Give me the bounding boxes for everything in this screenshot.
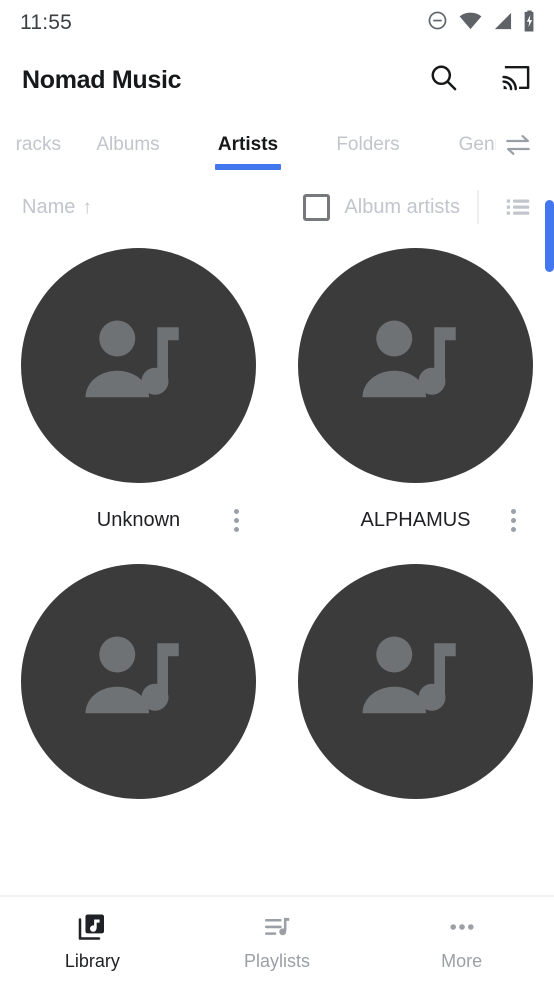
tab-folders[interactable]: Folders xyxy=(306,114,430,176)
tab-artists[interactable]: Artists xyxy=(190,114,306,176)
swap-arrows-icon[interactable] xyxy=(496,123,540,167)
status-bar-clock: 11:55 xyxy=(20,11,72,34)
status-bar-icons xyxy=(427,9,536,37)
avatar xyxy=(21,564,256,799)
library-icon xyxy=(76,910,108,944)
artist-placeholder-icon xyxy=(362,636,456,713)
album-artists-toggle[interactable]: Album artists xyxy=(303,193,460,221)
artist-card[interactable]: ALPHAMUS xyxy=(277,242,554,558)
filter-divider xyxy=(477,190,479,224)
tab-tracks-label: racks xyxy=(15,134,61,155)
vertical-scrollbar[interactable] xyxy=(545,200,554,272)
sort-label: Name xyxy=(22,195,76,218)
avatar xyxy=(21,248,256,483)
tab-albums-label: Albums xyxy=(96,134,160,155)
cellular-signal-icon xyxy=(493,12,512,35)
do-not-disturb-icon xyxy=(427,10,448,36)
battery-charging-icon xyxy=(523,9,536,37)
avatar xyxy=(298,248,533,483)
artist-card[interactable]: Unknown xyxy=(0,242,277,558)
artist-card-footer: BeatSync xyxy=(0,799,277,824)
album-artists-label: Album artists xyxy=(344,195,460,218)
playlist-icon xyxy=(261,910,293,944)
artist-overflow-menu-icon[interactable] xyxy=(496,817,530,825)
nav-item-library-label: Library xyxy=(64,951,120,971)
artist-overflow-menu-icon[interactable] xyxy=(219,817,253,825)
sort-direction-arrow-icon: ↑ xyxy=(82,196,92,218)
app-bar: Nomad Music xyxy=(0,46,554,114)
artist-name: Unknown xyxy=(96,509,181,531)
tab-strip[interactable]: racks Albums Artists Folders Genre xyxy=(0,114,540,176)
artist-card-footer: Ellery xyxy=(277,799,554,824)
library-tabs: racks Albums Artists Folders Genre xyxy=(0,114,554,176)
app-bar-actions xyxy=(428,62,532,98)
tab-albums[interactable]: Albums xyxy=(66,114,190,176)
status-bar: 11:55 xyxy=(0,0,554,46)
artist-placeholder-icon xyxy=(85,636,179,713)
artist-name: ALPHAMUS xyxy=(360,509,471,531)
nav-item-playlists[interactable]: Playlists xyxy=(185,910,370,972)
tab-folders-label: Folders xyxy=(336,134,400,155)
nav-item-library[interactable]: Library xyxy=(0,910,185,972)
sort-button[interactable]: Name ↑ xyxy=(22,196,92,219)
artist-card-footer: Unknown xyxy=(0,483,277,558)
album-artists-checkbox[interactable] xyxy=(303,193,331,221)
artist-card[interactable]: BeatSync xyxy=(0,558,277,824)
filter-bar-right: Album artists xyxy=(303,185,540,229)
nav-item-more-label: More xyxy=(441,951,483,971)
artist-card-footer: ALPHAMUS xyxy=(277,483,554,558)
nav-item-playlists-label: Playlists xyxy=(244,951,311,971)
artist-placeholder-icon xyxy=(85,320,179,397)
artist-overflow-menu-icon[interactable] xyxy=(219,501,253,541)
artist-grid-container[interactable]: Unknown ALPHAMUS xyxy=(0,238,554,824)
cast-icon[interactable] xyxy=(501,62,532,98)
artist-placeholder-icon xyxy=(362,320,456,397)
artist-card[interactable]: Ellery xyxy=(277,558,554,824)
bottom-navigation: Library Playlists More xyxy=(0,895,554,985)
wifi-icon xyxy=(459,12,482,35)
avatar xyxy=(298,564,533,799)
list-view-icon[interactable] xyxy=(496,185,540,229)
search-icon[interactable] xyxy=(428,62,459,98)
tab-artists-label: Artists xyxy=(217,134,279,155)
artist-overflow-menu-icon[interactable] xyxy=(496,501,530,541)
app-screen: 11:55 Nomad Music racks Albums Artists F… xyxy=(0,0,554,985)
filter-bar: Name ↑ Album artists xyxy=(0,176,554,238)
tab-tracks[interactable]: racks xyxy=(0,114,66,176)
page-title: Nomad Music xyxy=(22,65,182,94)
more-dots-icon xyxy=(446,910,478,944)
nav-item-more[interactable]: More xyxy=(369,910,554,972)
artist-grid: Unknown ALPHAMUS xyxy=(0,238,554,824)
